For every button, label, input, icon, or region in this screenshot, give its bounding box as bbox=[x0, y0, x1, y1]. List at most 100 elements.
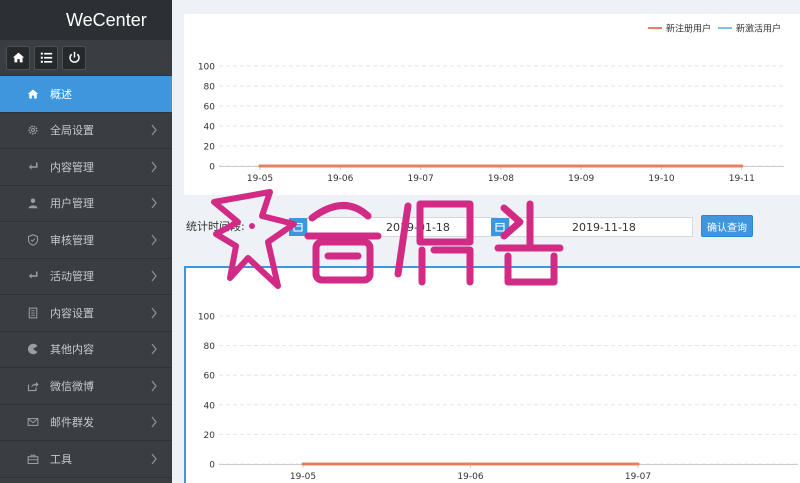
sidebar-item-content-management[interactable]: 内容管理 bbox=[0, 149, 172, 186]
legend-label: 新注册用户 bbox=[666, 23, 711, 35]
chevron-right-icon bbox=[151, 416, 157, 428]
start-date-input[interactable]: 2019-01-18 bbox=[307, 217, 497, 237]
x-tick-label: 19-05 bbox=[247, 174, 273, 184]
sidebar-item-global-settings[interactable]: 全局设置 bbox=[0, 113, 172, 149]
toolbox-icon bbox=[26, 452, 40, 466]
x-tick-label: 19-09 bbox=[568, 174, 594, 184]
start-date-calendar-button[interactable] bbox=[289, 218, 307, 236]
sidebar-item-label: 微信微博 bbox=[50, 379, 94, 393]
data-point bbox=[301, 462, 305, 466]
y-tick-label: 0 bbox=[209, 163, 215, 173]
sidebar-item-label: 内容管理 bbox=[50, 160, 94, 174]
x-tick-label: 19-06 bbox=[457, 472, 483, 482]
sidebar-item-label: 审核管理 bbox=[50, 233, 94, 247]
confirm-query-button[interactable]: 确认查询 bbox=[701, 215, 753, 237]
gear-icon bbox=[26, 123, 40, 137]
user-stats-chart: 0 20 40 60 80 100 19-05 19-06 19-07 19-08 19-09 19-… bbox=[198, 23, 784, 184]
end-date-group: 2019-11-18 bbox=[491, 217, 693, 237]
home-icon bbox=[12, 52, 24, 63]
x-tick-label: 19-10 bbox=[648, 174, 674, 184]
power-icon bbox=[68, 51, 80, 63]
secondary-chart: 0 20 40 60 80 100 19-05 19-06 19-07 bbox=[198, 313, 798, 482]
chevron-right-icon bbox=[151, 124, 157, 136]
sidebar-item-label: 概述 bbox=[50, 87, 72, 101]
sidebar-item-label: 其他内容 bbox=[50, 343, 94, 357]
secondary-chart-panel: 0 20 40 60 80 100 19-05 19-06 19-07 bbox=[184, 266, 800, 483]
data-point bbox=[258, 164, 262, 168]
sidebar-item-tools[interactable]: 工具 bbox=[0, 441, 172, 478]
x-tick-label: 19-07 bbox=[408, 174, 434, 184]
y-tick-label: 100 bbox=[198, 63, 215, 73]
data-point bbox=[660, 164, 663, 168]
data-point bbox=[339, 164, 342, 168]
sidebar-item-user-management[interactable]: 用户管理 bbox=[0, 186, 172, 222]
sidebar-item-activity-management[interactable]: 活动管理 bbox=[0, 259, 172, 295]
y-tick-label: 80 bbox=[204, 342, 216, 352]
date-filter: 统计时间段: bbox=[186, 214, 245, 238]
pacman-icon bbox=[26, 342, 40, 356]
home-button[interactable] bbox=[6, 45, 30, 70]
legend-label: 新激活用户 bbox=[736, 23, 781, 35]
chevron-right-icon bbox=[151, 307, 157, 319]
chevron-right-icon bbox=[151, 343, 157, 355]
sidebar-item-label: 全局设置 bbox=[50, 124, 94, 138]
sidebar-item-label: 工具 bbox=[50, 452, 72, 466]
y-tick-label: 20 bbox=[204, 143, 216, 153]
shield-icon bbox=[26, 233, 40, 247]
return-icon bbox=[26, 160, 40, 174]
x-tick-label: 19-07 bbox=[625, 472, 651, 482]
filter-label: 统计时间段: bbox=[186, 220, 245, 233]
list-icon bbox=[40, 52, 52, 63]
sidebar-item-mass-mail[interactable]: 邮件群发 bbox=[0, 405, 172, 441]
calendar-icon bbox=[293, 222, 303, 232]
x-tick-label: 19-05 bbox=[290, 472, 316, 482]
logout-button[interactable] bbox=[62, 45, 86, 70]
sidebar-item-overview[interactable]: 概述 bbox=[0, 76, 172, 113]
user-stats-chart-panel: 0 20 40 60 80 100 19-05 19-06 19-07 19-08 19-09 19-… bbox=[184, 14, 800, 195]
y-tick-label: 80 bbox=[204, 83, 216, 93]
y-tick-label: 40 bbox=[204, 123, 216, 133]
sidebar-item-label: 邮件群发 bbox=[50, 416, 94, 430]
y-tick-label: 60 bbox=[204, 103, 216, 113]
x-tick-label: 19-08 bbox=[488, 174, 514, 184]
sidebar-item-label: 内容设置 bbox=[50, 306, 94, 320]
list-button[interactable] bbox=[34, 45, 58, 70]
y-tick-label: 20 bbox=[204, 431, 216, 441]
return-icon bbox=[26, 269, 40, 283]
data-point bbox=[419, 164, 422, 168]
chevron-right-icon bbox=[151, 234, 157, 246]
data-point bbox=[580, 164, 583, 168]
chevron-right-icon bbox=[151, 270, 157, 282]
y-tick-label: 60 bbox=[204, 372, 216, 382]
y-tick-label: 0 bbox=[209, 461, 215, 471]
data-point bbox=[636, 462, 640, 466]
brand-logo[interactable]: WeCenter bbox=[0, 0, 172, 40]
sidebar-item-label: 用户管理 bbox=[50, 197, 94, 211]
y-tick-label: 40 bbox=[204, 401, 216, 411]
home-icon bbox=[26, 87, 40, 101]
sidebar-item-content-settings[interactable]: 内容设置 bbox=[0, 295, 172, 332]
sidebar: WeCenter 概述 全局设置 内容管理 用户管理 审核管理 活动管理 内容设… bbox=[0, 0, 172, 483]
x-tick-label: 19-11 bbox=[729, 174, 755, 184]
sidebar-item-review-management[interactable]: 审核管理 bbox=[0, 222, 172, 259]
calendar-icon bbox=[495, 222, 505, 232]
sidebar-menu: 概述 全局设置 内容管理 用户管理 审核管理 活动管理 内容设置 其他内容 微信… bbox=[0, 76, 172, 478]
start-date-group: 2019-01-18 bbox=[289, 217, 497, 237]
sidebar-item-wechat-weibo[interactable]: 微信微博 bbox=[0, 368, 172, 405]
user-icon bbox=[26, 196, 40, 210]
document-icon bbox=[26, 306, 40, 320]
data-point bbox=[740, 164, 743, 168]
quick-toolbar bbox=[0, 40, 172, 76]
data-point bbox=[499, 164, 503, 168]
end-date-calendar-button[interactable] bbox=[491, 218, 509, 236]
end-date-input[interactable]: 2019-11-18 bbox=[509, 217, 693, 237]
x-tick-label: 19-06 bbox=[327, 174, 353, 184]
chevron-right-icon bbox=[151, 453, 157, 465]
sidebar-item-other-content[interactable]: 其他内容 bbox=[0, 332, 172, 368]
share-icon bbox=[26, 379, 40, 393]
chevron-right-icon bbox=[151, 380, 157, 392]
sidebar-item-label: 活动管理 bbox=[50, 270, 94, 284]
chevron-right-icon bbox=[151, 197, 157, 209]
data-point bbox=[469, 462, 472, 466]
chevron-right-icon bbox=[151, 161, 157, 173]
